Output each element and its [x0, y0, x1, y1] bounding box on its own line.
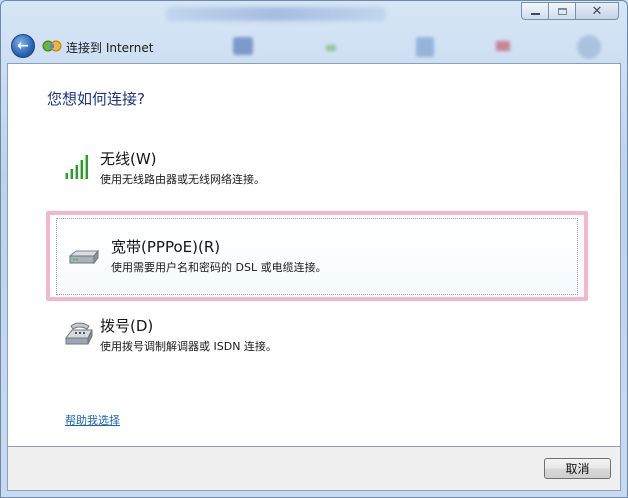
broadband-modem-icon — [68, 249, 100, 265]
option-wireless-title: 无线(W) — [100, 150, 157, 168]
option-dialup-title: 拨号(D) — [100, 317, 154, 335]
option-broadband-pppoe[interactable]: 宽带(PPPoE)(R) 使用需要用户名和密码的 DSL 或电缆连接。 — [46, 211, 588, 301]
option-pppoe-title: 宽带(PPPoE)(R) — [111, 238, 221, 256]
option-pppoe-description: 使用需要用户名和密码的 DSL 或电缆连接。 — [111, 261, 327, 274]
close-button[interactable]: ✕ — [575, 2, 619, 20]
cancel-button[interactable]: 取消 — [544, 458, 611, 479]
wireless-signal-icon — [65, 155, 88, 179]
option-dialup[interactable]: 拨号(D) 使用拨号调制解调器或 ISDN 连接。 — [48, 301, 578, 371]
dialup-phone-icon — [65, 322, 93, 345]
network-connect-icon — [42, 40, 62, 52]
maximize-button[interactable] — [548, 2, 575, 20]
option-wireless[interactable]: 无线(W) 使用无线路由器或无线网络连接。 — [48, 134, 578, 204]
minimize-icon — [530, 13, 540, 15]
blurred-background-icons — [233, 35, 601, 59]
minimize-button[interactable] — [521, 2, 548, 20]
close-icon: ✕ — [591, 3, 603, 19]
back-arrow-icon: ← — [17, 38, 29, 54]
wizard-nav-bar: ← 连接到 Internet — [1, 29, 628, 63]
option-wireless-description: 使用无线路由器或无线网络连接。 — [100, 173, 265, 186]
help-me-choose-link[interactable]: 帮助我选择 — [65, 412, 120, 428]
caption-buttons: ✕ — [521, 2, 619, 20]
option-dialup-description: 使用拨号调制解调器或 ISDN 连接。 — [100, 340, 277, 353]
wizard-footer: 取消 — [7, 447, 621, 491]
blurred-background-title — [166, 7, 386, 21]
back-button[interactable]: ← — [11, 34, 35, 58]
maximize-icon — [557, 7, 567, 15]
page-heading: 您想如何连接? — [47, 90, 145, 108]
wizard-content: 您想如何连接? 无线(W) 使用无线路由器或无线网络连接。 宽带(PPPoE)(… — [7, 63, 621, 447]
wizard-title: 连接到 Internet — [66, 41, 154, 55]
option-focus-rect: 宽带(PPPoE)(R) 使用需要用户名和密码的 DSL 或电缆连接。 — [56, 218, 578, 295]
